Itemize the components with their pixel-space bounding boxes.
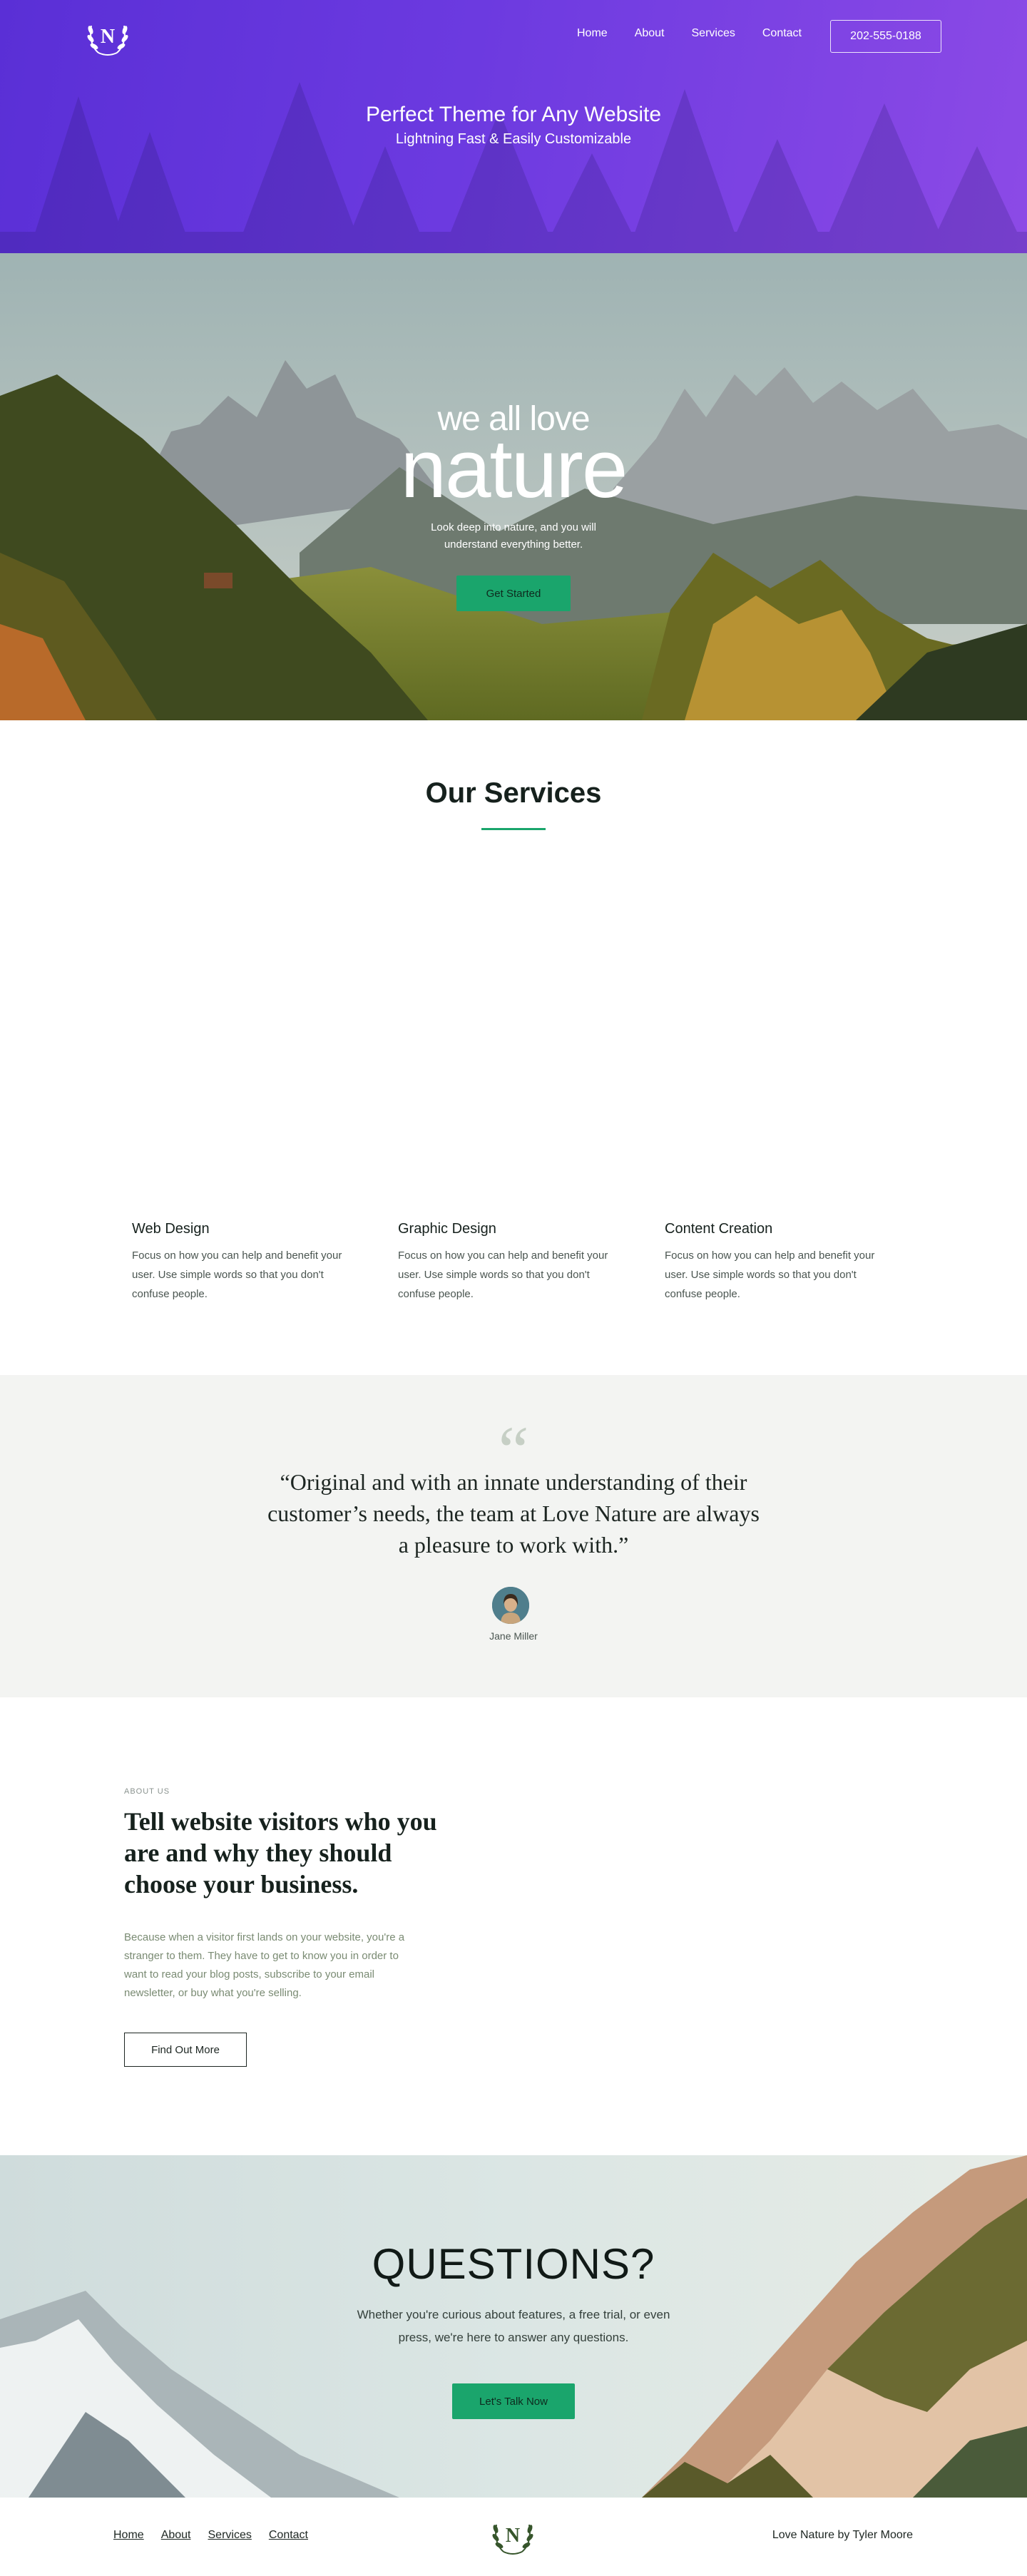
- footer: Home About Services Contact N Love Natur…: [0, 2498, 1027, 2576]
- testimonial-author: Jane Miller: [489, 1630, 538, 1642]
- nav-contact[interactable]: Contact: [762, 27, 802, 40]
- banner-title: Perfect Theme for Any Website: [365, 103, 662, 126]
- service-title: Web Design: [132, 1221, 210, 1237]
- service-title: Graphic Design: [398, 1221, 496, 1237]
- banner-subtitle: Lightning Fast & Easily Customizable: [395, 131, 632, 147]
- testimonial-quote: “Original and with an innate understandi…: [267, 1469, 760, 1558]
- about-eyebrow: ABOUT US: [124, 1787, 170, 1796]
- service-title: Content Creation: [665, 1221, 773, 1237]
- service-text: Focus on how you can help and benefit yo…: [665, 1249, 875, 1300]
- about-heading: Tell website visitors who you are and wh…: [124, 1807, 437, 1898]
- footer-logo-letter: N: [505, 2525, 521, 2547]
- get-started-button[interactable]: Get Started: [456, 576, 571, 611]
- nav-about[interactable]: About: [635, 27, 665, 40]
- nav-services[interactable]: Services: [692, 27, 735, 40]
- phone-button[interactable]: 202-555-0188: [830, 20, 941, 53]
- services-divider: [481, 828, 546, 830]
- service-text: Focus on how you can help and benefit yo…: [132, 1249, 342, 1300]
- footer-logo[interactable]: N: [489, 2515, 536, 2557]
- footer-nav-home[interactable]: Home: [113, 2529, 144, 2542]
- main-nav: Home About Services Contact: [577, 27, 802, 40]
- logo[interactable]: N: [84, 16, 131, 58]
- questions-text: Whether you're curious about features, a…: [357, 2308, 670, 2344]
- person-icon: [492, 1587, 529, 1624]
- footer-nav-services[interactable]: Services: [208, 2529, 252, 2542]
- avatar: [492, 1587, 529, 1624]
- nav-home[interactable]: Home: [577, 27, 608, 40]
- questions-section: QUESTIONS? Whether you're curious about …: [0, 2155, 1027, 2498]
- forest-silhouette: [0, 82, 1027, 253]
- service-text: Focus on how you can help and benefit yo…: [398, 1249, 608, 1300]
- questions-title: QUESTIONS?: [372, 2240, 655, 2288]
- hero-section: we all love nature Look deep into nature…: [0, 253, 1027, 720]
- lets-talk-button[interactable]: Let's Talk Now: [452, 2383, 575, 2419]
- top-banner: N Home About Services Contact 202-555-01…: [0, 0, 1027, 253]
- footer-nav-about[interactable]: About: [161, 2529, 191, 2542]
- footer-nav-contact[interactable]: Contact: [269, 2529, 308, 2542]
- footer-nav: Home About Services Contact: [113, 2529, 308, 2542]
- find-out-more-button[interactable]: Find Out More: [124, 2033, 247, 2067]
- about-text: Because when a visitor first lands on yo…: [124, 1931, 405, 1999]
- hero-title: nature: [400, 422, 628, 515]
- footer-credit: Love Nature by Tyler Moore: [772, 2529, 913, 2541]
- hero-text: Look deep into nature, and you will unde…: [431, 521, 596, 551]
- service-content-creation: Content Creation Focus on how you can he…: [665, 1221, 879, 1304]
- services-heading: Our Services: [425, 777, 602, 809]
- service-graphic-design: Graphic Design Focus on how you can help…: [398, 1221, 612, 1304]
- testimonial-section: “ “Original and with an innate understan…: [0, 1375, 1027, 1697]
- logo-letter: N: [100, 26, 116, 48]
- service-web-design: Web Design Focus on how you can help and…: [132, 1221, 346, 1304]
